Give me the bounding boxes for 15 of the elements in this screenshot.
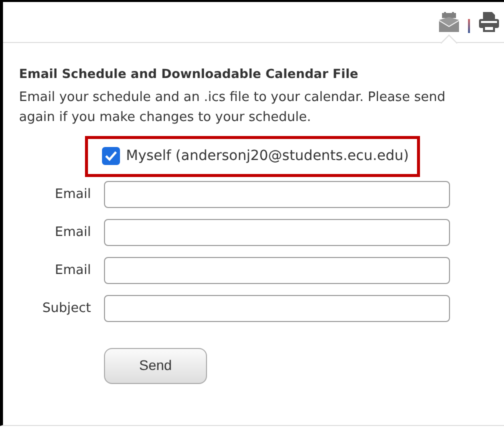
input-field[interactable] [104,218,450,246]
field-label: Subject [41,300,91,318]
input-field[interactable] [104,256,450,284]
checkbox-label: Myself (andersonj20@students.ecu.edu) [126,146,409,166]
description-text: Email your schedule and an .ics file to your calendar. Please send again if you make changes to your schedule. [19,88,446,127]
field-label: Email [54,186,91,204]
send-button[interactable]: Send [104,348,207,384]
envelope-calendar-icon[interactable] [438,11,460,33]
section-heading: Email Schedule and Downloadable Calendar File [19,65,360,83]
input-field[interactable] [104,294,450,322]
printer-icon[interactable] [478,11,500,33]
field-label: Email [54,224,91,242]
field-label: Email [54,262,91,280]
checkbox[interactable] [102,147,120,166]
input-field[interactable] [104,180,450,208]
